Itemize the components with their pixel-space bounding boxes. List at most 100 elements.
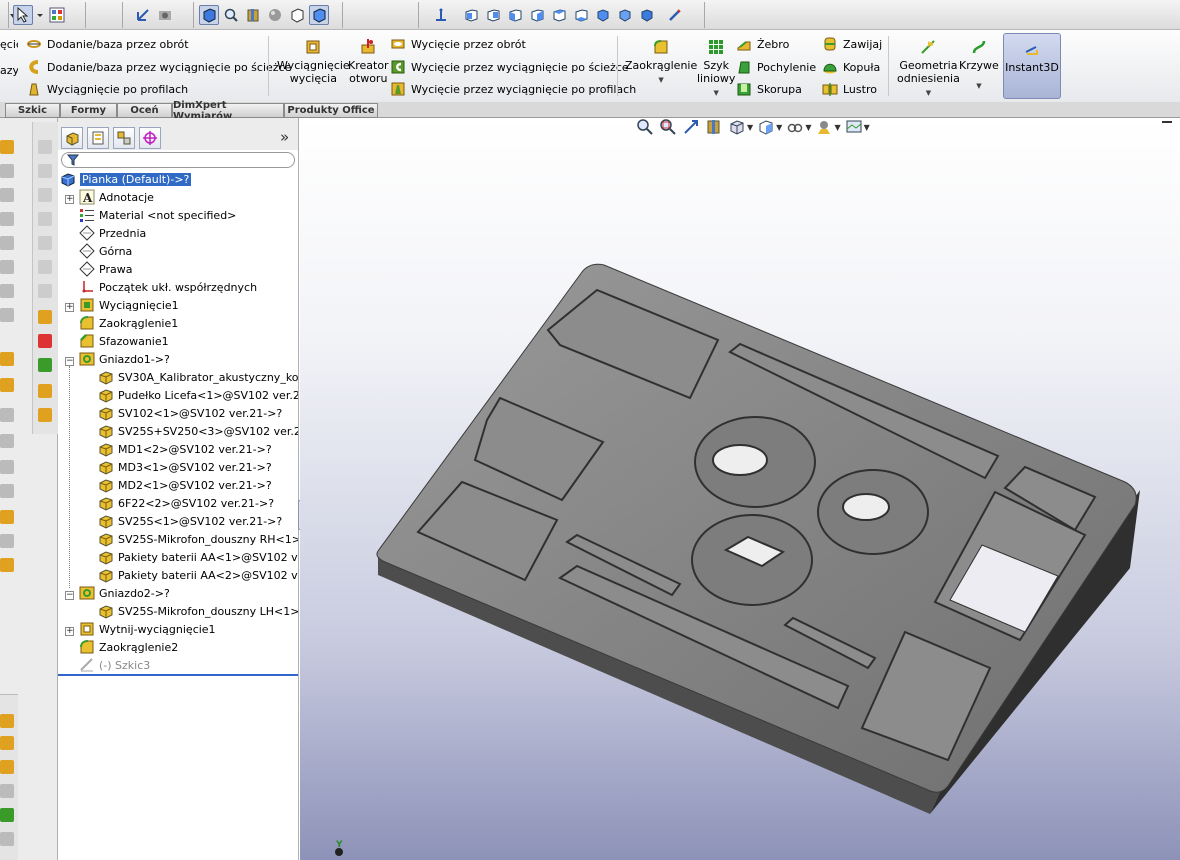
sketch-tool-icon[interactable] — [38, 310, 52, 324]
extruded-cut-button[interactable]: Wyciągnięcie wycięcia — [277, 38, 350, 85]
bottom-view-button[interactable] — [571, 5, 591, 25]
feature-tool-icon[interactable] — [0, 484, 14, 498]
feature-tool-icon[interactable] — [0, 140, 14, 154]
tree-item-cut-extrude1[interactable]: Wytnij-wyciągnięcie1 — [79, 620, 216, 638]
view-orientation-button[interactable] — [133, 5, 153, 25]
feature-tool-icon[interactable] — [0, 558, 14, 572]
hide-show-button[interactable] — [287, 5, 307, 25]
feature-tool-icon[interactable] — [0, 260, 14, 274]
grid-options-button[interactable] — [47, 5, 67, 25]
front-view-button[interactable] — [461, 5, 481, 25]
dimetric-view-button[interactable] — [637, 5, 657, 25]
tab-evaluate[interactable]: Oceń — [117, 103, 172, 118]
feature-tool-icon[interactable] — [0, 236, 14, 250]
tree-item-sketch3[interactable]: (-) Szkic3 — [79, 656, 150, 674]
lower-tool-icon[interactable] — [0, 808, 14, 822]
sketch-tool-icon[interactable] — [38, 188, 52, 202]
tree-item-component[interactable]: 6F22<2>@SV102 ver.21->? — [98, 494, 274, 512]
sketch-tool-icon[interactable] — [38, 236, 52, 250]
tree-item-annotations[interactable]: A Adnotacje — [79, 188, 154, 206]
configuration-manager-tab[interactable] — [113, 127, 135, 149]
tree-item-component[interactable]: MD2<1>@SV102 ver.21->? — [98, 476, 272, 494]
isometric-view-button[interactable] — [593, 5, 613, 25]
tree-item-component[interactable]: Pudełko Licefa<1>@SV102 ver.21-> — [98, 386, 298, 404]
section-view-button[interactable] — [243, 5, 263, 25]
property-manager-tab[interactable] — [87, 127, 109, 149]
tree-item-component[interactable]: MD3<1>@SV102 ver.21->? — [98, 458, 272, 476]
revolved-cut-button[interactable]: Wycięcie przez obrót — [390, 34, 526, 54]
linear-pattern-button[interactable]: Szyk liniowy ▼ — [697, 38, 735, 100]
feature-tool-icon[interactable] — [0, 212, 14, 226]
tree-item-chamfer1[interactable]: Sfazowanie1 — [79, 332, 169, 350]
tree-item-component[interactable]: SV25S-Mikrofon_douszny RH<1>@SV — [98, 530, 298, 548]
tab-sketch[interactable]: Szkic — [5, 103, 60, 118]
lower-tool-icon[interactable] — [0, 736, 14, 750]
rollback-bar[interactable] — [58, 674, 298, 676]
feature-tool-icon[interactable] — [0, 460, 14, 474]
fillet-dropdown-arrow[interactable]: ▼ — [658, 74, 663, 87]
lower-tool-icon[interactable] — [0, 714, 14, 728]
tree-item-fillet2[interactable]: Zaokrąglenie2 — [79, 638, 178, 656]
tree-item-component[interactable]: Pakiety baterii AA<2>@SV102 ver.2/ — [98, 566, 298, 584]
sketch-tool-icon[interactable] — [38, 384, 52, 398]
feature-tool-icon[interactable] — [0, 188, 14, 202]
feature-tool-icon[interactable] — [0, 352, 14, 366]
tree-item-component[interactable]: MD1<2>@SV102 ver.21->? — [98, 440, 272, 458]
sketch-tool-icon[interactable] — [38, 260, 52, 274]
sketch-tool-icon[interactable] — [38, 408, 52, 422]
curves-dropdown-arrow[interactable]: ▼ — [976, 80, 981, 93]
view-selector-button[interactable] — [665, 5, 685, 25]
normal-to-button[interactable] — [431, 5, 451, 25]
instant3d-button[interactable]: Instant3D — [1003, 33, 1061, 99]
lofted-boss-button[interactable]: Wyciągnięcie po profilach — [26, 79, 188, 99]
collapse-socket2-toggle[interactable]: − — [65, 591, 74, 600]
tree-item-component[interactable]: SV25S<1>@SV102 ver.21->? — [98, 512, 282, 530]
sketch-tool-icon[interactable] — [38, 358, 52, 372]
revolved-boss-button[interactable]: Dodanie/baza przez obrót — [26, 34, 189, 54]
zoom-fit-button[interactable] — [221, 5, 241, 25]
display-mode-button[interactable] — [155, 5, 175, 25]
dimxpert-manager-tab[interactable] — [139, 127, 161, 149]
reference-geometry-button[interactable]: Geometria odniesienia ▼ — [897, 38, 960, 100]
shell-button[interactable]: Skorupa — [736, 79, 802, 99]
feature-tool-icon[interactable] — [0, 510, 14, 524]
expand-extrude1-toggle[interactable]: + — [65, 303, 74, 312]
rib-button[interactable]: Żebro — [736, 34, 789, 54]
tree-item-component[interactable]: Pakiety baterii AA<1>@SV102 ver.2/ — [98, 548, 298, 566]
trimetric-view-button[interactable] — [615, 5, 635, 25]
draft-button[interactable]: Pochylenie — [736, 57, 816, 77]
sketch-tool-icon[interactable] — [38, 284, 52, 298]
pattern-dropdown-arrow[interactable]: ▼ — [714, 87, 719, 100]
lower-tool-icon[interactable] — [0, 832, 14, 846]
tab-office-products[interactable]: Produkty Office — [284, 103, 378, 118]
collapse-socket1-toggle[interactable]: − — [65, 357, 74, 366]
tree-root-row[interactable]: Pianka (Default)->? — [60, 170, 192, 188]
feature-tool-icon[interactable] — [0, 408, 14, 422]
feature-tool-icon[interactable] — [0, 534, 14, 548]
tree-item-extrude1[interactable]: Wyciągnięcie1 — [79, 296, 179, 314]
appearance-button[interactable] — [265, 5, 285, 25]
swept-cut-button[interactable]: Wycięcie przez wyciągnięcie po ścieżce — [390, 57, 629, 77]
shaded-view-button[interactable] — [199, 4, 219, 25]
tab-molds[interactable]: Formy — [60, 103, 117, 118]
graphics-viewport[interactable]: ▼ ▼ ▼ ▼ ▼ Y — [300, 118, 1180, 860]
back-view-button[interactable] — [483, 5, 503, 25]
tree-item-component[interactable]: SV25S+SV250<3>@SV102 ver.21->? — [98, 422, 298, 440]
tree-item-socket1[interactable]: Gniazdo1->? — [79, 350, 170, 368]
refgeom-dropdown-arrow[interactable]: ▼ — [926, 87, 931, 100]
feature-tool-icon[interactable] — [0, 378, 14, 392]
tab-dimxpert[interactable]: DimXpert Wymiarów — [172, 100, 284, 122]
select-dropdown-button[interactable] — [35, 5, 45, 25]
sketch-tool-icon[interactable] — [38, 334, 52, 348]
tree-item-component[interactable]: SV25S-Mikrofon_douszny LH<1>@SV — [98, 602, 298, 620]
view-cube-button[interactable] — [309, 4, 329, 25]
lower-tool-icon[interactable] — [0, 784, 14, 798]
tree-item-component[interactable]: SV30A_Kalibrator_akustyczny_komple — [98, 368, 298, 386]
lower-tool-icon[interactable] — [0, 760, 14, 774]
wrap-button[interactable]: Zawijaj — [822, 34, 882, 54]
tree-item-origin[interactable]: Początek ukł. współrzędnych — [79, 278, 257, 296]
sketch-tool-icon[interactable] — [38, 212, 52, 226]
mirror-button[interactable]: Lustro — [822, 79, 877, 99]
fillet-button[interactable]: Zaokrąglenie ▼ — [625, 38, 697, 87]
expand-cut-extrude1-toggle[interactable]: + — [65, 627, 74, 636]
